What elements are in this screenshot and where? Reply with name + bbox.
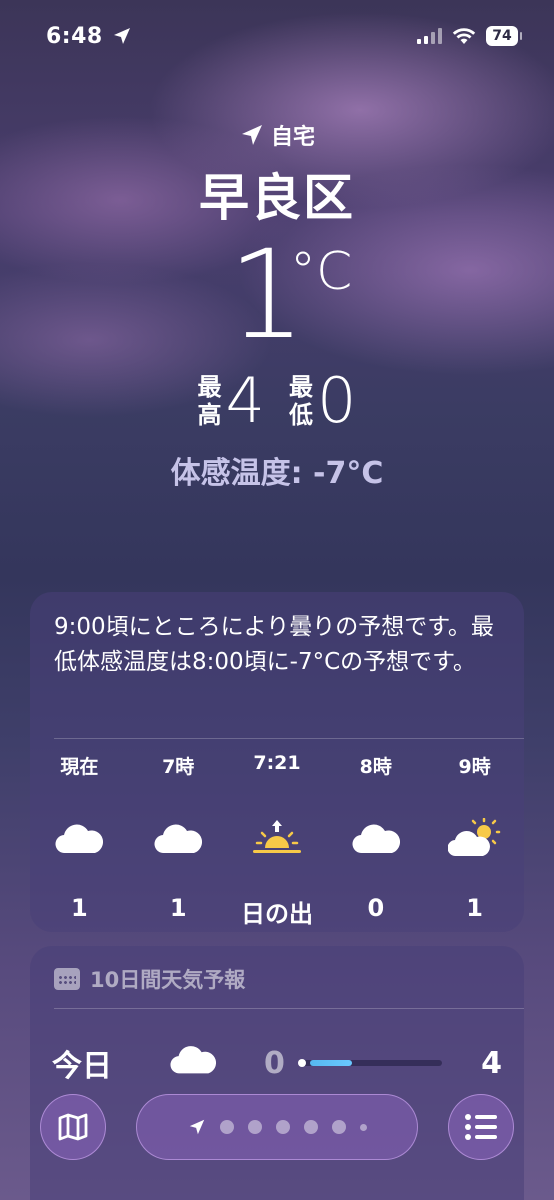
page-dot xyxy=(275,1120,290,1134)
partly-sunny-icon xyxy=(447,800,502,876)
status-time: 6:48 xyxy=(46,24,103,49)
day-high: 4 xyxy=(481,1045,502,1081)
current-temperature: 1 °C xyxy=(0,224,554,366)
page-dot xyxy=(219,1120,234,1134)
high-low: 最 高 4 最 低 0 xyxy=(0,368,554,434)
page-dot xyxy=(303,1120,318,1134)
divider xyxy=(54,738,524,739)
low-label: 最 低 xyxy=(289,373,313,429)
feels-like: 体感温度: -7°C xyxy=(170,456,384,491)
hour-label: 7時 xyxy=(162,756,195,778)
sunrise-icon xyxy=(252,800,302,876)
hour-value: 1 xyxy=(466,894,483,922)
ten-day-forecast-card[interactable]: 10日間天気予報 今日 0 4 xyxy=(30,946,524,1200)
hour-item: 7時 1 xyxy=(129,752,228,929)
temperature-unit: °C xyxy=(290,242,353,302)
hour-value: 1 xyxy=(169,894,187,922)
low-temp: 最 低 0 xyxy=(289,368,356,434)
location-arrow-icon xyxy=(241,125,262,145)
status-bar: 6:48 74 xyxy=(0,22,554,52)
temperature-range-bar xyxy=(298,1059,442,1067)
hour-label: 8時 xyxy=(359,756,392,778)
hour-value: 日の出 xyxy=(240,900,313,928)
ten-day-header: 10日間天気予報 xyxy=(30,946,524,1012)
location-header: 自宅 早良区 1 °C xyxy=(0,118,554,366)
hour-value: 1 xyxy=(71,894,88,922)
location-label: 自宅 xyxy=(270,125,315,150)
bottom-toolbar xyxy=(0,1094,554,1160)
current-temp-dot xyxy=(298,1059,306,1067)
page-indicator[interactable] xyxy=(136,1094,418,1160)
status-icons: 74 xyxy=(417,26,522,46)
high-value: 4 xyxy=(225,364,265,437)
location-row: 自宅 xyxy=(0,118,554,152)
cloud-icon xyxy=(352,800,400,876)
high-label: 最 高 xyxy=(198,373,222,429)
battery-icon: 74 xyxy=(486,26,522,46)
hour-item: 8時 0 xyxy=(326,752,425,929)
hourly-list[interactable]: 現在 1 7時 1 7:21 日の出 8時 0 9時 1 xyxy=(30,752,524,929)
map-icon xyxy=(58,1113,88,1141)
hour-label: 9時 xyxy=(458,756,491,778)
city-name: 早良区 xyxy=(199,169,355,227)
cloud-icon xyxy=(154,800,203,876)
hour-value: 0 xyxy=(367,894,385,922)
high-label-2: 高 xyxy=(197,401,222,429)
wifi-icon xyxy=(452,28,476,44)
cloud-icon xyxy=(170,1042,217,1080)
hour-label: 現在 xyxy=(60,756,99,778)
page-dot xyxy=(247,1120,262,1134)
hour-item: 現在 1 xyxy=(30,752,129,929)
hour-item: 7:21 日の出 xyxy=(228,752,327,929)
list-button[interactable] xyxy=(448,1094,514,1160)
map-button[interactable] xyxy=(40,1094,106,1160)
day-row-today[interactable]: 今日 0 4 xyxy=(30,1038,524,1088)
list-icon xyxy=(465,1114,497,1140)
divider xyxy=(54,1008,524,1009)
forecast-summary: 9:00頃にところにより曇りの予想です。最低体感温度は8:00頃に-7°Cの予想… xyxy=(54,614,494,675)
cloud-icon xyxy=(55,800,104,876)
temperature-range-fill xyxy=(310,1060,352,1066)
hourly-forecast-card[interactable]: 9:00頃にところにより曇りの予想です。最低体感温度は8:00頃に-7°Cの予想… xyxy=(30,592,524,932)
hour-item: 9時 1 xyxy=(425,752,524,929)
low-label-1: 最 xyxy=(289,373,313,401)
low-label-2: 低 xyxy=(289,401,313,429)
high-label-1: 最 xyxy=(197,373,222,401)
day-name: 今日 xyxy=(52,1049,112,1084)
location-arrow-icon xyxy=(189,1119,204,1135)
high-temp: 最 高 4 xyxy=(198,368,265,434)
low-value: 0 xyxy=(317,364,357,437)
calendar-icon xyxy=(54,968,80,990)
ten-day-title: 10日間天気予報 xyxy=(90,968,246,992)
day-low: 0 xyxy=(264,1045,285,1081)
cellular-signal-icon xyxy=(417,28,442,44)
hour-label: 7:21 xyxy=(253,752,301,774)
page-dot xyxy=(359,1123,367,1131)
page-dot xyxy=(331,1120,346,1134)
location-arrow-icon xyxy=(114,28,130,44)
